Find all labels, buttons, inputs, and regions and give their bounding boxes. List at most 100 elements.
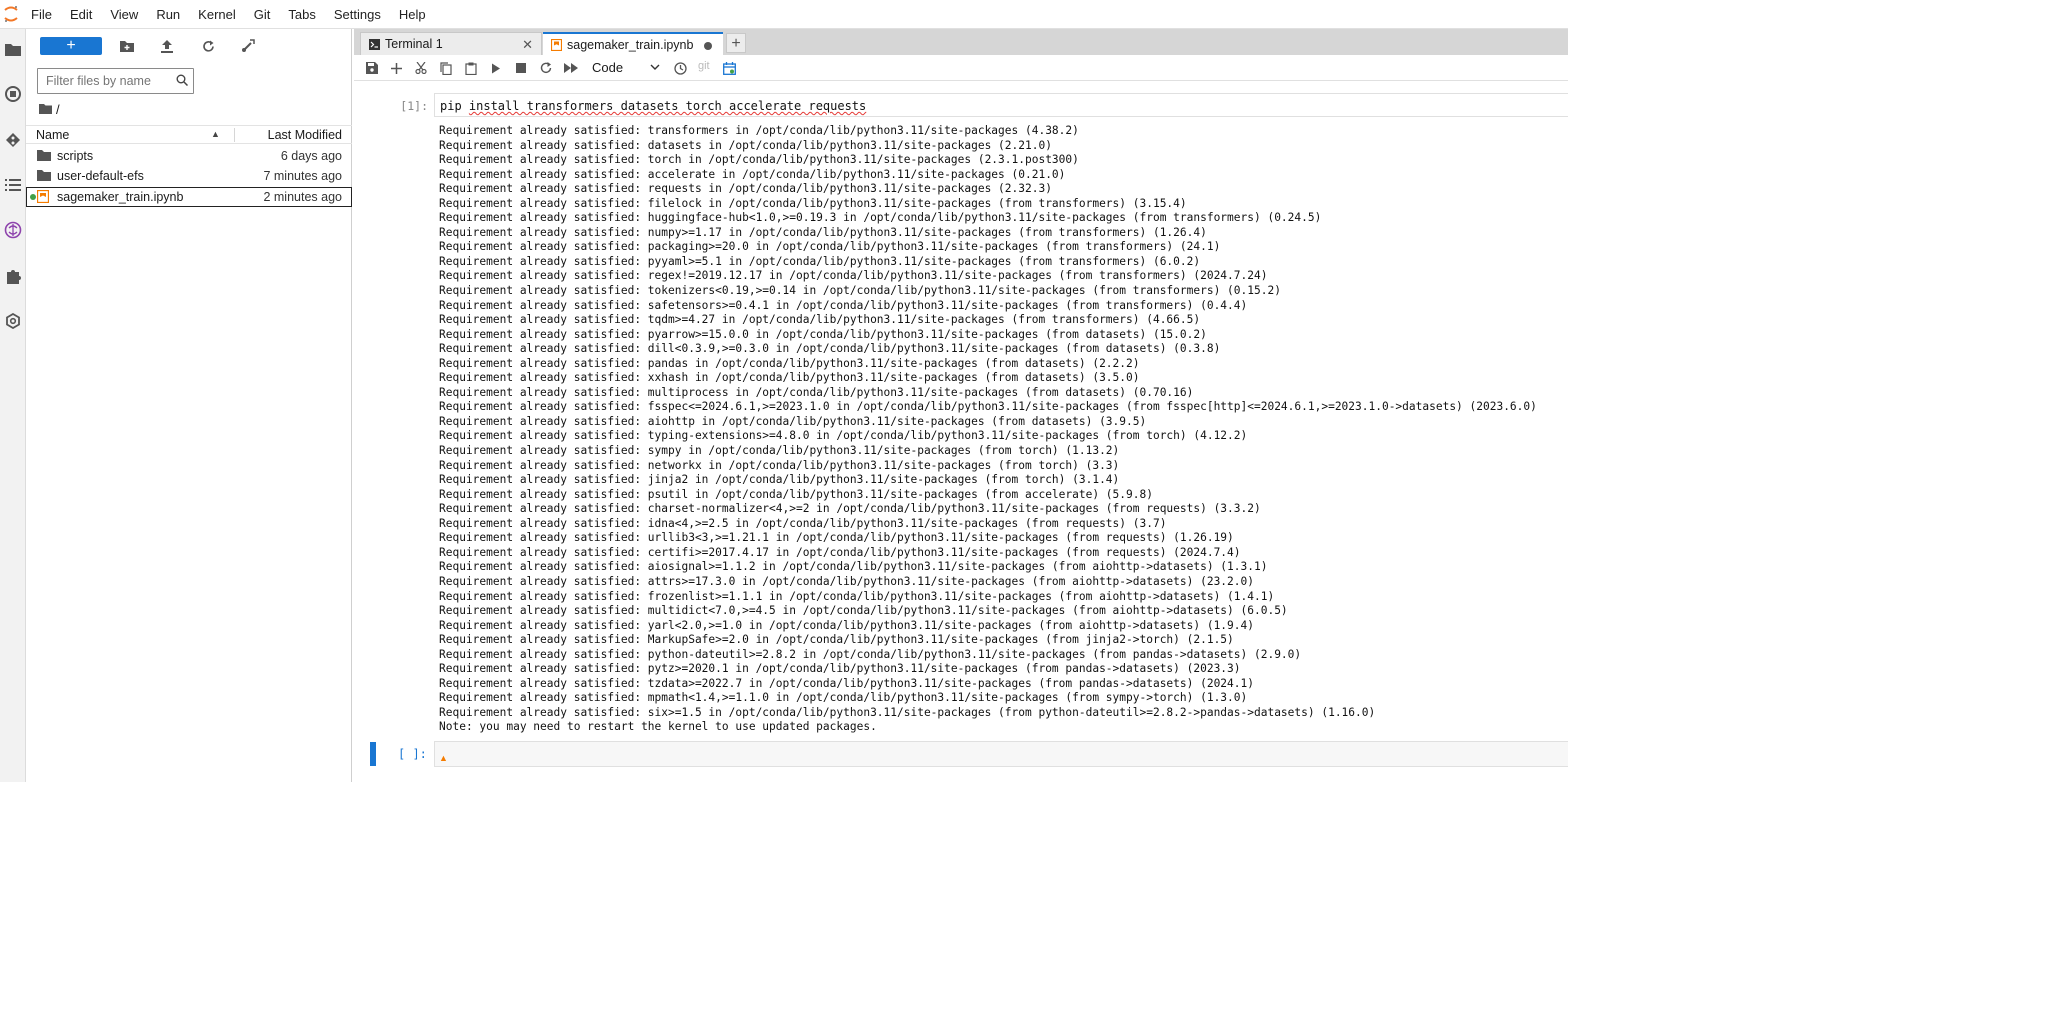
restart-run-all-icon[interactable] (563, 60, 579, 76)
menu-bar: File Edit View Run Kernel Git Tabs Setti… (0, 0, 1568, 29)
code-cell-input[interactable]: ▲ (434, 741, 1568, 767)
output-line: Requirement already satisfied: multidict… (439, 604, 1288, 618)
file-listing-header: Name ▲ Last Modified (26, 125, 352, 144)
folder-icon[interactable] (2, 38, 24, 60)
menu-help[interactable]: Help (390, 0, 435, 29)
output-line: Requirement already satisfied: typing-ex… (439, 429, 1248, 443)
insert-cell-icon[interactable] (388, 60, 404, 76)
menu-view[interactable]: View (101, 0, 147, 29)
output-line: Requirement already satisfied: pyyaml>=5… (439, 254, 1201, 268)
output-line: Requirement already satisfied: tqdm>=4.2… (439, 313, 1201, 327)
file-name: user-default-efs (57, 169, 144, 183)
column-divider[interactable] (234, 128, 235, 142)
refresh-icon[interactable] (200, 38, 216, 54)
output-line: Requirement already satisfied: pandas in… (439, 356, 1140, 370)
output-line: Requirement already satisfied: jinja2 in… (439, 473, 1120, 487)
git-diff-label[interactable]: git (698, 60, 710, 72)
restart-kernel-icon[interactable] (538, 60, 554, 76)
new-launcher-button[interactable]: + (40, 37, 102, 55)
output-line: Requirement already satisfied: aiohttp i… (439, 414, 1147, 428)
menu-kernel[interactable]: Kernel (189, 0, 245, 29)
output-line: Requirement already satisfied: huggingfa… (439, 211, 1322, 225)
property-inspector-icon[interactable] (2, 310, 24, 332)
add-tab-button[interactable]: + (726, 33, 746, 53)
copy-icon[interactable] (438, 60, 454, 76)
cell-prompt: [ ]: (398, 747, 427, 761)
menu-edit[interactable]: Edit (61, 0, 101, 29)
output-line: Requirement already satisfied: python-da… (439, 647, 1302, 661)
save-icon[interactable] (364, 60, 380, 76)
cut-icon[interactable] (413, 60, 429, 76)
file-browser-toolbar: + (26, 29, 352, 62)
clock-icon[interactable] (672, 60, 688, 76)
file-modified: 2 minutes ago (263, 190, 342, 204)
chevron-down-icon (650, 60, 660, 75)
git-clone-icon[interactable] (240, 38, 256, 54)
output-line: Requirement already satisfied: networkx … (439, 458, 1120, 472)
menu-run[interactable]: Run (147, 0, 189, 29)
output-line: Requirement already satisfied: pytz>=202… (439, 662, 1241, 676)
menu-file[interactable]: File (22, 0, 61, 29)
file-modified: 7 minutes ago (263, 169, 342, 183)
output-line: Requirement already satisfied: torch in … (439, 153, 1079, 167)
search-icon (176, 74, 189, 89)
last-modified-column-header[interactable]: Last Modified (268, 128, 342, 142)
kernel-running-indicator (30, 194, 36, 200)
folder-icon[interactable] (39, 102, 52, 117)
file-modified: 6 days ago (280, 149, 342, 163)
table-of-contents-icon[interactable] (2, 174, 24, 196)
code-arguments: install transformers datasets torch acce… (468, 99, 867, 113)
tab-notebook[interactable]: sagemaker_train.ipynb (543, 32, 723, 55)
active-cell-marker[interactable] (370, 742, 376, 766)
output-line: Requirement already satisfied: xxhash in… (439, 371, 1140, 385)
extensions-icon[interactable] (2, 265, 24, 287)
main-area: Terminal 1 ✕ sagemaker_train.ipynb + Cod… (354, 29, 1568, 782)
output-line: Requirement already satisfied: regex!=20… (439, 269, 1268, 283)
file-name: sagemaker_train.ipynb (57, 190, 184, 204)
sort-ascending-icon: ▲ (211, 129, 220, 139)
output-line: Requirement already satisfied: psutil in… (439, 487, 1153, 501)
menu-settings[interactable]: Settings (325, 0, 390, 29)
code-text[interactable]: pip install transformers datasets torch … (440, 99, 866, 113)
folder-icon (37, 169, 51, 183)
breadcrumb-root[interactable]: / (56, 102, 60, 117)
git-icon[interactable] (2, 129, 24, 151)
unsaved-changes-indicator[interactable] (704, 42, 712, 50)
file-name: scripts (57, 149, 94, 163)
filter-files-input[interactable] (46, 70, 174, 92)
list-item[interactable]: scripts 6 days ago (26, 146, 352, 166)
output-line: Requirement already satisfied: sympy in … (439, 444, 1120, 458)
list-item[interactable]: user-default-efs 7 minutes ago (26, 166, 352, 186)
output-line: Requirement already satisfied: filelock … (439, 196, 1187, 210)
new-folder-icon[interactable] (119, 38, 135, 54)
notebook-toolbar: Code git (354, 55, 1568, 81)
breadcrumb: / (39, 101, 60, 117)
output-line: Requirement already satisfied: tokenizer… (439, 284, 1281, 298)
output-line: Requirement already satisfied: idna<4,>=… (439, 516, 1167, 530)
output-line: Requirement already satisfied: requests … (439, 182, 1052, 196)
tab-terminal[interactable]: Terminal 1 ✕ (360, 32, 542, 55)
output-line: Requirement already satisfied: frozenlis… (439, 589, 1275, 603)
stop-icon[interactable] (513, 60, 529, 76)
output-line: Requirement already satisfied: certifi>=… (439, 545, 1241, 559)
running-terminals-icon[interactable] (2, 83, 24, 105)
cell-type-select[interactable]: Code (590, 59, 662, 77)
upload-icon[interactable] (159, 38, 175, 54)
code-cell-input[interactable]: pip install transformers datasets torch … (434, 93, 1568, 117)
schedule-calendar-icon[interactable] (721, 60, 737, 76)
ai-assistant-icon[interactable] (2, 219, 24, 241)
code-cell-active[interactable]: [ ]: ▲ (354, 740, 1568, 770)
run-icon[interactable] (488, 60, 504, 76)
tab-label: Terminal 1 (385, 37, 443, 51)
notebook-panel: [1]: pip install transformers datasets t… (354, 82, 1568, 782)
output-line: Requirement already satisfied: datasets … (439, 138, 1052, 152)
list-item[interactable]: sagemaker_train.ipynb 2 minutes ago (26, 187, 352, 207)
output-line: Requirement already satisfied: mpmath<1.… (439, 691, 1248, 705)
output-line: Requirement already satisfied: six>=1.5 … (439, 705, 1376, 719)
filter-files-field[interactable] (37, 68, 194, 94)
name-column-header[interactable]: Name (36, 128, 69, 142)
paste-icon[interactable] (463, 60, 479, 76)
menu-git[interactable]: Git (245, 0, 280, 29)
menu-tabs[interactable]: Tabs (279, 0, 324, 29)
close-icon[interactable]: ✕ (522, 37, 533, 53)
